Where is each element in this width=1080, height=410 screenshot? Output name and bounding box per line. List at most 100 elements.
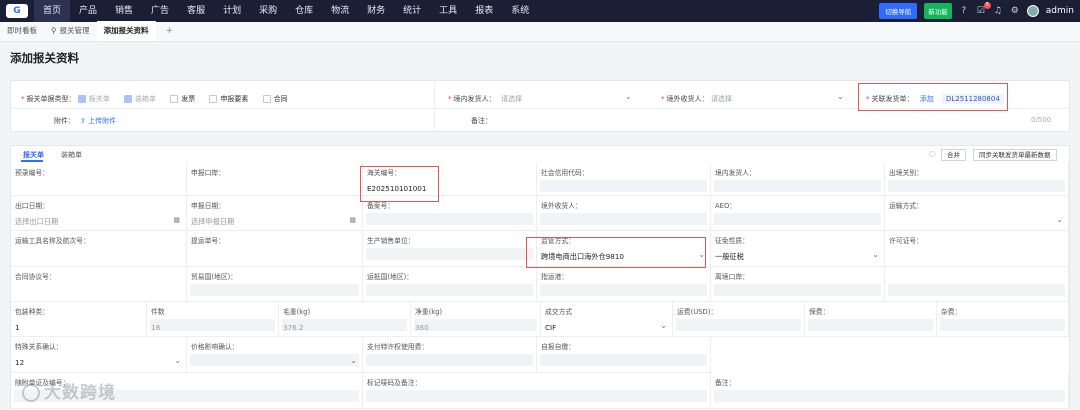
chevron-down-icon[interactable]: ⌄ [625, 92, 632, 101]
field-label: 贸易国(地区)： [191, 273, 238, 281]
field-value[interactable]: CIF [545, 323, 556, 332]
nav-item[interactable]: 仓库 [286, 0, 322, 22]
field-value[interactable]: 选择出口日期 [15, 217, 58, 227]
readonly-input[interactable] [190, 354, 359, 366]
tab-dashboard[interactable]: 即时看板 [0, 21, 44, 41]
field-value[interactable]: 18 [151, 323, 160, 332]
form-cell: 申报口岸： [187, 163, 363, 196]
highlight-box [526, 237, 706, 268]
field-label: 毛重(kg) [283, 308, 311, 316]
readonly-input[interactable] [540, 213, 707, 225]
chevron-down-icon[interactable]: ⌄ [872, 250, 879, 259]
help-icon[interactable]: ? [959, 6, 969, 16]
readonly-input[interactable] [808, 319, 933, 331]
readonly-input[interactable] [366, 284, 533, 296]
readonly-input[interactable] [714, 213, 881, 225]
calendar-icon[interactable]: ▦ [349, 216, 356, 224]
readonly-input[interactable] [540, 284, 707, 296]
chevron-down-icon[interactable]: ⌄ [350, 356, 357, 365]
nav-item[interactable]: 广告 [142, 0, 178, 22]
switch-nav-button[interactable]: 切换导航 [879, 3, 918, 19]
field-label: 支付特许权使用费： [367, 343, 429, 351]
nav-item[interactable]: 系统 [502, 0, 538, 22]
nav-item[interactable]: 计划 [214, 0, 250, 22]
nav-item[interactable]: 工具 [430, 0, 466, 22]
tab-label: 即时看板 [7, 26, 37, 35]
field-value[interactable]: 12 [15, 358, 24, 367]
tab-add-customs-data[interactable]: 添加报关资料 [96, 21, 156, 41]
nav-item[interactable]: 统计 [394, 0, 430, 22]
merge-button[interactable]: 合并 [941, 149, 966, 161]
page-title: 添加报关资料 [10, 51, 79, 65]
watermark-logo: 大数跨境 [22, 378, 116, 403]
checkbox-contract[interactable] [262, 95, 271, 103]
nav-item[interactable]: 首页 [34, 0, 71, 22]
readonly-input[interactable] [888, 180, 1065, 192]
readonly-input[interactable] [940, 319, 1065, 331]
readonly-input[interactable] [888, 284, 1065, 296]
field-value[interactable]: 一般征税 [715, 252, 744, 262]
checkbox-elements[interactable] [209, 95, 218, 103]
sync-invoice-button[interactable]: 同步关联发货单最新数据 [973, 149, 1057, 161]
field-value[interactable]: 选择申报日期 [191, 217, 234, 227]
readonly-input[interactable] [190, 284, 359, 296]
tab-packing-list[interactable]: 装箱单 [61, 150, 82, 160]
nav-item[interactable]: 财务 [358, 0, 394, 22]
calendar-icon[interactable]: ▦ [173, 216, 180, 224]
add-tab-button[interactable]: + [156, 21, 184, 41]
readonly-input[interactable] [150, 319, 275, 331]
field-value[interactable]: 376.2 [283, 323, 304, 332]
highlight-box [360, 166, 439, 202]
tab-customs-management[interactable]: ⚲ 报关管理 [44, 21, 97, 41]
readonly-input[interactable] [366, 248, 533, 260]
readonly-input[interactable] [366, 213, 533, 225]
field-label: 合同协议号： [15, 273, 56, 281]
settings-icon[interactable]: ⚙ [1010, 6, 1020, 16]
new-feature-button[interactable]: 新功能 [924, 3, 952, 19]
field-label: 杂费： [941, 308, 962, 316]
tab-declaration[interactable]: 报关单 [23, 150, 44, 160]
form-cell: 包装种类： 1 [11, 302, 147, 337]
username[interactable]: admin [1046, 6, 1074, 16]
checkbox-declaration[interactable] [77, 95, 86, 103]
field-label: 运费(USD)： [677, 308, 718, 316]
upload-attachment-button[interactable]: ⇪ 上传附件 [80, 116, 116, 126]
nav-item[interactable]: 采购 [250, 0, 286, 22]
nav-item[interactable]: 物流 [322, 0, 358, 22]
settings-icon[interactable]: ◌ [929, 149, 936, 158]
form-cell: 贸易国(地区)： [187, 267, 363, 302]
readonly-input[interactable] [540, 354, 707, 366]
chevron-down-icon[interactable]: ⌄ [660, 321, 667, 330]
form-cell: 合同协议号： [11, 267, 187, 302]
app-logo[interactable]: G [0, 0, 34, 22]
watermark-text: 大数跨境 [44, 383, 116, 403]
field-value[interactable]: 1 [15, 323, 20, 332]
field-value[interactable]: 360 [415, 323, 429, 332]
nav-item[interactable]: 产品 [70, 0, 106, 22]
nav-item[interactable]: 销售 [106, 0, 142, 22]
readonly-input[interactable] [540, 180, 707, 192]
chevron-down-icon[interactable]: ⌄ [1056, 215, 1063, 224]
main-menu: 首页 产品 销售 广告 客服 计划 采购 仓库 物流 财务 统计 工具 报表 系统 [34, 0, 538, 22]
nav-item[interactable]: 报表 [466, 0, 502, 22]
readonly-input[interactable] [366, 354, 533, 366]
chevron-down-icon[interactable]: ⌄ [837, 92, 844, 101]
nav-item[interactable]: 客服 [178, 0, 214, 22]
avatar[interactable] [1026, 5, 1039, 17]
task-icon[interactable]: ☑ 5 [976, 2, 991, 16]
doc-type-field: * 报关单据类型： 报关单 装箱单 发票 申报要素 合同 [21, 94, 300, 104]
overseas-consignee-select[interactable]: 请选择 [711, 94, 732, 104]
chevron-down-icon[interactable]: ⌄ [174, 356, 181, 365]
field-label: 特殊关系确认： [15, 343, 63, 351]
readonly-input[interactable] [714, 390, 1065, 402]
readonly-input[interactable] [414, 319, 537, 331]
readonly-input[interactable] [714, 284, 881, 296]
checkbox-packing[interactable] [123, 95, 132, 103]
readonly-input[interactable] [714, 180, 881, 192]
readonly-input[interactable] [676, 319, 801, 331]
domestic-shipper-select[interactable]: 请选择 [501, 94, 522, 104]
bell-icon[interactable]: ♫ [993, 6, 1003, 16]
readonly-input[interactable] [366, 390, 707, 402]
checkbox-declaration-label: 报关单 [88, 95, 110, 103]
checkbox-invoice[interactable] [170, 95, 179, 103]
